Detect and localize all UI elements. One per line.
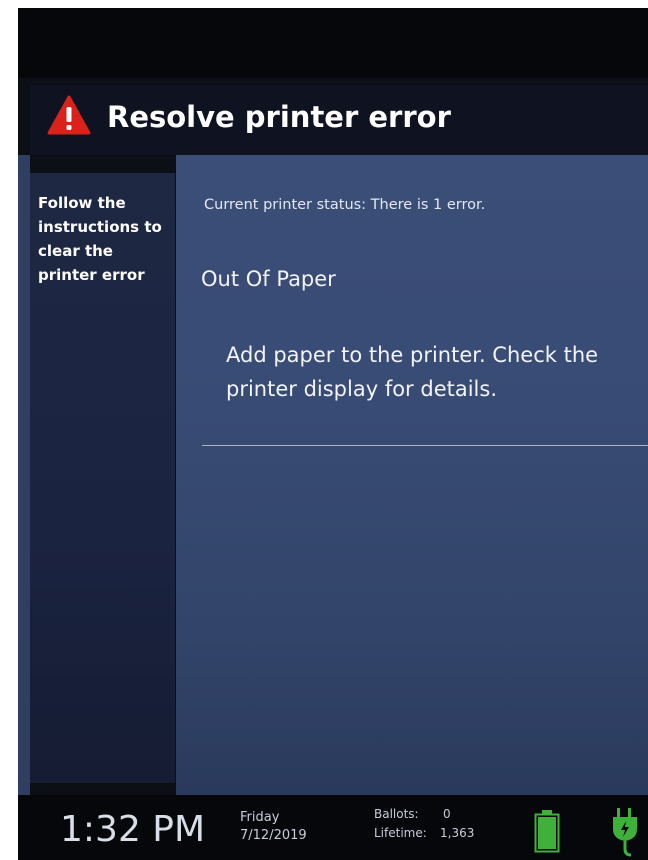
left-edge-strip [18, 155, 30, 795]
page-header: Resolve printer error [30, 85, 648, 155]
sidebar-instructions: Follow the instructions to clear the pri… [38, 194, 162, 284]
content-divider [202, 445, 648, 446]
error-title: Out Of Paper [201, 267, 336, 291]
current-date: 7/12/2019 [240, 828, 307, 843]
status-footer: 1:32 PM Friday 7/12/2019 Ballots: 0 Life… [18, 795, 648, 860]
day-of-week: Friday [240, 810, 280, 825]
printer-status-text: Current printer status: There is 1 error… [204, 197, 486, 213]
battery-full-icon [534, 810, 560, 853]
ballots-count: 0 [443, 807, 451, 821]
lifetime-count: 1,363 [440, 826, 475, 840]
clock-time: 1:32 PM [60, 809, 206, 850]
voting-machine-screen: Resolve printer error Follow the instruc… [18, 8, 648, 860]
page-title: Resolve printer error [107, 100, 451, 134]
main-content: Current printer status: There is 1 error… [176, 155, 648, 795]
warning-triangle-icon [47, 95, 91, 135]
top-bar [18, 8, 648, 78]
lifetime-label: Lifetime: [374, 826, 427, 840]
ballots-label: Ballots: [374, 807, 419, 821]
error-instructions: Add paper to the printer. Check the prin… [226, 343, 599, 401]
power-plug-icon [613, 808, 637, 857]
instruction-sidebar: Follow the instructions to clear the pri… [30, 173, 175, 783]
